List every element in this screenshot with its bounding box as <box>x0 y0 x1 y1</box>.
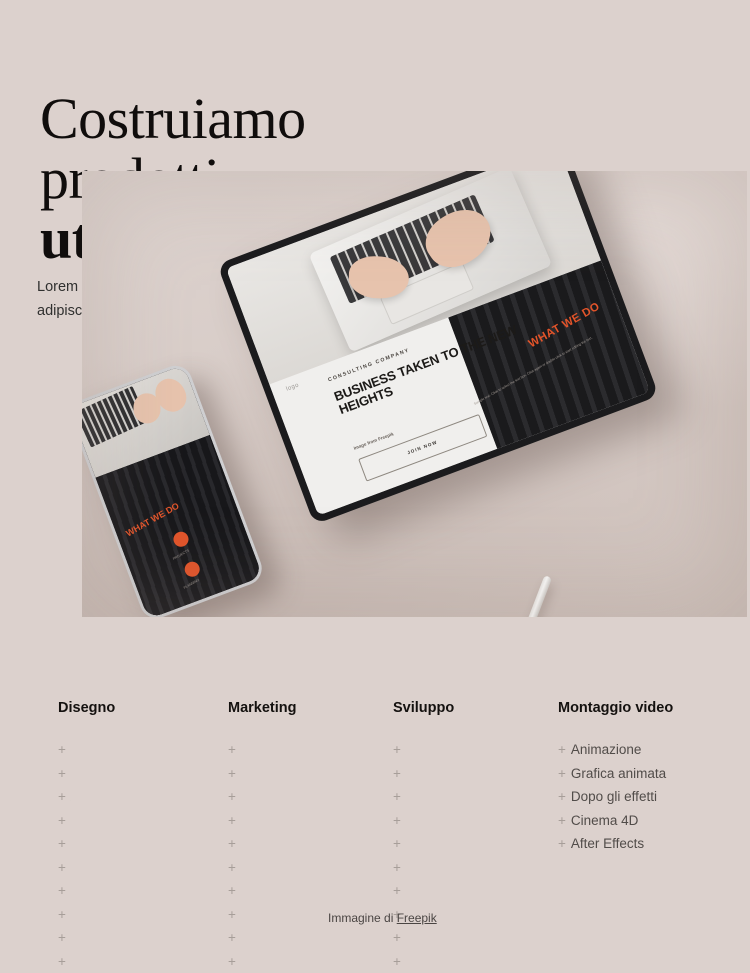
image-credit: Immagine di Freepik <box>328 911 437 925</box>
list-item[interactable]: +Rendering <box>58 856 71 880</box>
list-item[interactable]: +Mobile <box>393 785 404 809</box>
list-item[interactable]: +Pubblicita <box>228 856 239 880</box>
list-item[interactable]: +ricerca di mercato <box>228 950 239 973</box>
list-item[interactable]: +prototipazione <box>58 879 71 903</box>
mockup-vignette <box>82 171 747 617</box>
list-item[interactable]: +piattaforme <box>393 926 404 950</box>
plus-icon: + <box>558 789 566 804</box>
page-root: Costruiamo prodotti utilizzabili. Lorem … <box>0 0 750 962</box>
list-item[interactable]: +disegno grafico <box>58 903 71 927</box>
plus-icon: + <box>393 954 401 969</box>
list-item[interactable]: +E-commerce <box>393 809 404 833</box>
plus-icon: + <box>228 930 236 945</box>
plus-icon: + <box>393 836 401 851</box>
plus-icon: + <box>58 813 66 828</box>
plus-icon: + <box>393 860 401 875</box>
list-item[interactable]: +branding <box>228 879 239 903</box>
footer-column-title: Marketing <box>228 700 297 716</box>
list-item[interactable]: +campagne <box>228 926 239 950</box>
list-item-label: Dopo gli effetti <box>571 789 657 804</box>
list-item[interactable]: +Modellazione 3D <box>58 832 71 856</box>
list-item[interactable]: +Interfaccia utente <box>58 762 71 786</box>
list-item[interactable]: + Cinema 4D <box>558 809 673 833</box>
plus-icon: + <box>58 742 66 757</box>
plus-icon: + <box>558 836 566 851</box>
list-item[interactable]: +Analisi dei dati <box>228 832 239 856</box>
plus-icon: + <box>558 742 566 757</box>
list-item[interactable]: +API <box>393 832 404 856</box>
list-item[interactable]: +elementi <box>58 926 71 950</box>
list-item-label: Grafica animata <box>571 766 666 781</box>
footer-list-sviluppo: +Frontend +Backend +Mobile +E-commerce +… <box>393 738 454 973</box>
plus-icon: + <box>228 789 236 804</box>
list-item[interactable]: +Email marketing <box>228 785 239 809</box>
plus-icon: + <box>393 883 401 898</box>
plus-icon: + <box>228 742 236 757</box>
plus-icon: + <box>58 930 66 945</box>
plus-icon: + <box>58 907 66 922</box>
list-item[interactable]: + Grafica animata <box>558 762 673 786</box>
list-item[interactable]: +Backend <box>393 762 404 786</box>
footer-column-montaggio-video: Montaggio video + Animazione + Grafica ani… <box>558 700 673 856</box>
list-item-label: After Effects <box>571 836 644 851</box>
headline-line-1: Costruiamo <box>40 89 470 149</box>
list-item[interactable]: +integrazioni <box>393 950 404 973</box>
list-item[interactable]: + After Effects <box>558 832 673 856</box>
plus-icon: + <box>393 789 401 804</box>
plus-icon: + <box>58 789 66 804</box>
plus-icon: + <box>228 766 236 781</box>
footer-column-title: Montaggio video <box>558 700 673 716</box>
footer-list-marketing: +SEO +Social media +Email marketing +Con… <box>228 738 297 973</box>
list-item[interactable]: +Database <box>393 856 404 880</box>
list-item[interactable]: +Content marketing <box>228 809 239 833</box>
plus-icon: + <box>228 954 236 969</box>
list-item[interactable]: +DevOps <box>393 879 404 903</box>
list-item-label: Animazione <box>571 742 642 757</box>
list-item-label: Cinema 4D <box>571 813 639 828</box>
list-item[interactable]: +presentazioni <box>58 950 71 973</box>
footer-column-title: Disegno <box>58 700 115 716</box>
freepik-link[interactable]: Freepik <box>397 911 437 925</box>
plus-icon: + <box>393 813 401 828</box>
plus-icon: + <box>58 954 66 969</box>
list-item[interactable]: + Animazione <box>558 738 673 762</box>
plus-icon: + <box>58 766 66 781</box>
list-item[interactable]: +Social media <box>228 762 239 786</box>
plus-icon: + <box>558 766 566 781</box>
plus-icon: + <box>228 907 236 922</box>
plus-icon: + <box>558 813 566 828</box>
plus-icon: + <box>393 930 401 945</box>
list-item[interactable]: +strategia <box>228 903 239 927</box>
plus-icon: + <box>58 860 66 875</box>
plus-icon: + <box>58 883 66 898</box>
plus-icon: + <box>228 836 236 851</box>
footer-list-montaggio-video: + Animazione + Grafica animata + Dopo gli e… <box>558 738 673 856</box>
list-item[interactable]: +Siti web <box>58 738 71 762</box>
footer-column-title: Sviluppo <box>393 700 454 716</box>
list-item[interactable]: +Frontend <box>393 738 404 762</box>
plus-icon: + <box>228 813 236 828</box>
device-mockup-image: logo CONSULTING COMPANY BUSINESS TAKEN T… <box>82 171 747 617</box>
footer-column-disegno: Disegno +Siti web +Interfaccia utente +A… <box>58 700 115 973</box>
list-item[interactable]: + Dopo gli effetti <box>558 785 673 809</box>
plus-icon: + <box>393 766 401 781</box>
plus-icon: + <box>228 883 236 898</box>
list-item[interactable]: +Applicazioni <box>58 785 71 809</box>
list-item[interactable]: +Illustrazioni <box>58 809 71 833</box>
plus-icon: + <box>393 742 401 757</box>
plus-icon: + <box>58 836 66 851</box>
image-credit-prefix: Immagine di <box>328 911 397 925</box>
plus-icon: + <box>228 860 236 875</box>
list-item[interactable]: +SEO <box>228 738 239 762</box>
footer-column-marketing: Marketing +SEO +Social media +Email mark… <box>228 700 297 973</box>
footer-list-disegno: +Siti web +Interfaccia utente +Applicazi… <box>58 738 115 973</box>
footer-column-sviluppo: Sviluppo +Frontend +Backend +Mobile +E-c… <box>393 700 454 973</box>
